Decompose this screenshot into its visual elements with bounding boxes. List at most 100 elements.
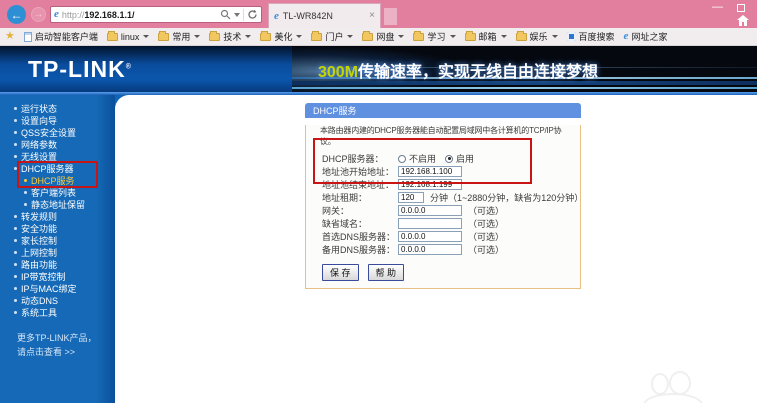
secondary-dns-input[interactable] <box>398 244 462 255</box>
sidebar-menu: 运行状态 设置向导 QSS安全设置 网络参数 无线设置 DHCP服务器 DHCP… <box>0 95 115 318</box>
button-row: 保 存 帮 助 <box>322 264 580 281</box>
folder-icon <box>107 33 118 41</box>
sidebar-item-system-tools[interactable]: 系统工具 <box>0 306 115 318</box>
gateway-input[interactable] <box>398 205 462 216</box>
favorite-folder[interactable]: 技术 <box>209 30 251 43</box>
bullet-icon <box>14 299 17 302</box>
field-label: 缺省域名： <box>322 217 398 230</box>
restore-button[interactable] <box>737 4 745 12</box>
tplink-logo: TP-LINK® <box>28 56 132 83</box>
bullet-icon <box>14 287 17 290</box>
favorite-folder[interactable]: 美化 <box>260 30 302 43</box>
refresh-icon[interactable] <box>247 9 258 20</box>
sidebar-item-wireless-settings[interactable]: 无线设置 <box>0 150 115 162</box>
radio-enable[interactable] <box>445 155 453 163</box>
sidebar-item-network-params[interactable]: 网络参数 <box>0 138 115 150</box>
tab-close-icon[interactable]: × <box>369 11 375 21</box>
tplink-banner: TP-LINK® 300M传输速率，实现无线自由连接梦想 <box>0 46 757 92</box>
home-icon[interactable] <box>737 15 749 26</box>
pool-end-input[interactable] <box>398 179 462 190</box>
pool-start-input[interactable] <box>398 166 462 177</box>
sidebar-item-dhcp-service[interactable]: DHCP服务 <box>0 174 115 186</box>
sidebar-item-client-list[interactable]: 客户端列表 <box>0 186 115 198</box>
sidebar-item-parental-control[interactable]: 家长控制 <box>0 234 115 246</box>
tab-title: TL-WR842N <box>283 11 333 21</box>
save-button[interactable]: 保 存 <box>322 264 359 281</box>
favorite-folder[interactable]: 娱乐 <box>516 30 558 43</box>
address-dropdown-icon[interactable] <box>234 13 240 17</box>
folder-icon <box>311 33 322 41</box>
favorite-item[interactable]: e网址之家 <box>624 30 668 43</box>
gateway-row: 网关： （可选） <box>306 204 580 217</box>
favorites-star-icon[interactable]: ★ <box>5 31 15 42</box>
favorite-item[interactable]: 百度搜索 <box>567 30 615 43</box>
panel-title: DHCP服务 <box>305 103 581 118</box>
minimize-button[interactable]: — <box>712 2 723 12</box>
bullet-icon <box>14 131 17 134</box>
bullet-icon <box>14 275 17 278</box>
bullet-icon <box>24 179 27 182</box>
search-icon[interactable] <box>220 9 231 20</box>
favorite-folder[interactable]: 常用 <box>158 30 200 43</box>
chevron-down-icon <box>245 35 251 38</box>
sidebar-item-security[interactable]: 安全功能 <box>0 222 115 234</box>
address-bar[interactable]: e http://192.168.1.1/ <box>50 6 262 23</box>
sidebar-item-access-control[interactable]: 上网控制 <box>0 246 115 258</box>
tplink-logo-area: TP-LINK® <box>0 46 292 92</box>
watermark-circle <box>651 373 669 395</box>
back-button[interactable]: ← <box>7 5 26 24</box>
sidebar-item-forward-rules[interactable]: 转发规则 <box>0 210 115 222</box>
pool-start-row: 地址池开始地址： <box>306 165 580 178</box>
primary-dns-input[interactable] <box>398 231 462 242</box>
sidebar-item-setup-wizard[interactable]: 设置向导 <box>0 114 115 126</box>
baidu-icon <box>567 32 576 41</box>
favorite-folder[interactable]: 网盘 <box>362 30 404 43</box>
bullet-icon <box>14 239 17 242</box>
forward-button[interactable]: → <box>31 7 46 22</box>
primary-dns-row: 首选DNS服务器： （可选） <box>306 230 580 243</box>
sidebar-item-ip-mac-binding[interactable]: IP与MAC绑定 <box>0 282 115 294</box>
sidebar-item-dynamic-dns[interactable]: 动态DNS <box>0 294 115 306</box>
sidebar-item-dhcp-server[interactable]: DHCP服务器 <box>0 162 115 174</box>
browser-tab[interactable]: e TL-WR842N × <box>268 3 381 28</box>
sidebar-nav: 运行状态 设置向导 QSS安全设置 网络参数 无线设置 DHCP服务器 DHCP… <box>0 95 115 403</box>
radio-enable-label: 启用 <box>456 152 474 165</box>
field-hint: （可选） <box>468 243 504 256</box>
bullet-icon <box>24 203 27 206</box>
sidebar-item-routing[interactable]: 路由功能 <box>0 258 115 270</box>
chevron-down-icon <box>143 35 149 38</box>
main-content: DHCP服务 本路由器内建的DHCP服务器能自动配置局域网中各计算机的TCP/I… <box>115 95 757 403</box>
sidebar-item-bandwidth-control[interactable]: IP带宽控制 <box>0 270 115 282</box>
help-button[interactable]: 帮 助 <box>368 264 405 281</box>
lease-time-input[interactable] <box>398 192 424 203</box>
folder-icon <box>413 33 424 41</box>
dhcp-radio-group: 不启用 启用 <box>398 152 480 165</box>
domain-input[interactable] <box>398 218 462 229</box>
favorite-folder[interactable]: linux <box>107 32 150 42</box>
chevron-down-icon <box>347 35 353 38</box>
sidebar-item-running-status[interactable]: 运行状态 <box>0 102 115 114</box>
field-hint: （可选） <box>468 204 504 217</box>
bullet-icon <box>14 215 17 218</box>
url-text[interactable]: http://192.168.1.1/ <box>62 10 217 20</box>
bullet-icon <box>14 155 17 158</box>
favorite-folder[interactable]: 邮箱 <box>465 30 507 43</box>
dhcp-settings-panel: DHCP服务 本路由器内建的DHCP服务器能自动配置局域网中各计算机的TCP/I… <box>305 103 581 289</box>
chevron-down-icon <box>501 35 507 38</box>
field-label: DHCP服务器： <box>322 152 398 165</box>
favorite-item[interactable]: 启动智能客户端 <box>24 30 98 43</box>
favorite-folder[interactable]: 学习 <box>413 30 455 43</box>
panel-intro-text: 本路由器内建的DHCP服务器能自动配置局域网中各计算机的TCP/IP协议。 <box>320 125 572 147</box>
watermark-circle <box>643 393 703 403</box>
new-tab-button[interactable] <box>384 8 397 25</box>
panel-body: 本路由器内建的DHCP服务器能自动配置局域网中各计算机的TCP/IP协议。 DH… <box>305 125 581 289</box>
sidebar-footer[interactable]: 更多TP-LINK产品， 请点击查看 >> <box>0 331 115 359</box>
sidebar-item-qss-security[interactable]: QSS安全设置 <box>0 126 115 138</box>
favorite-folder[interactable]: 门户 <box>311 30 353 43</box>
sidebar-item-static-address[interactable]: 静态地址保留 <box>0 198 115 210</box>
watermark-logo <box>643 371 705 403</box>
chevron-down-icon <box>296 35 302 38</box>
radio-disable[interactable] <box>398 155 406 163</box>
dhcp-server-row: DHCP服务器： 不启用 启用 <box>306 152 580 165</box>
field-hint: （可选） <box>468 230 504 243</box>
